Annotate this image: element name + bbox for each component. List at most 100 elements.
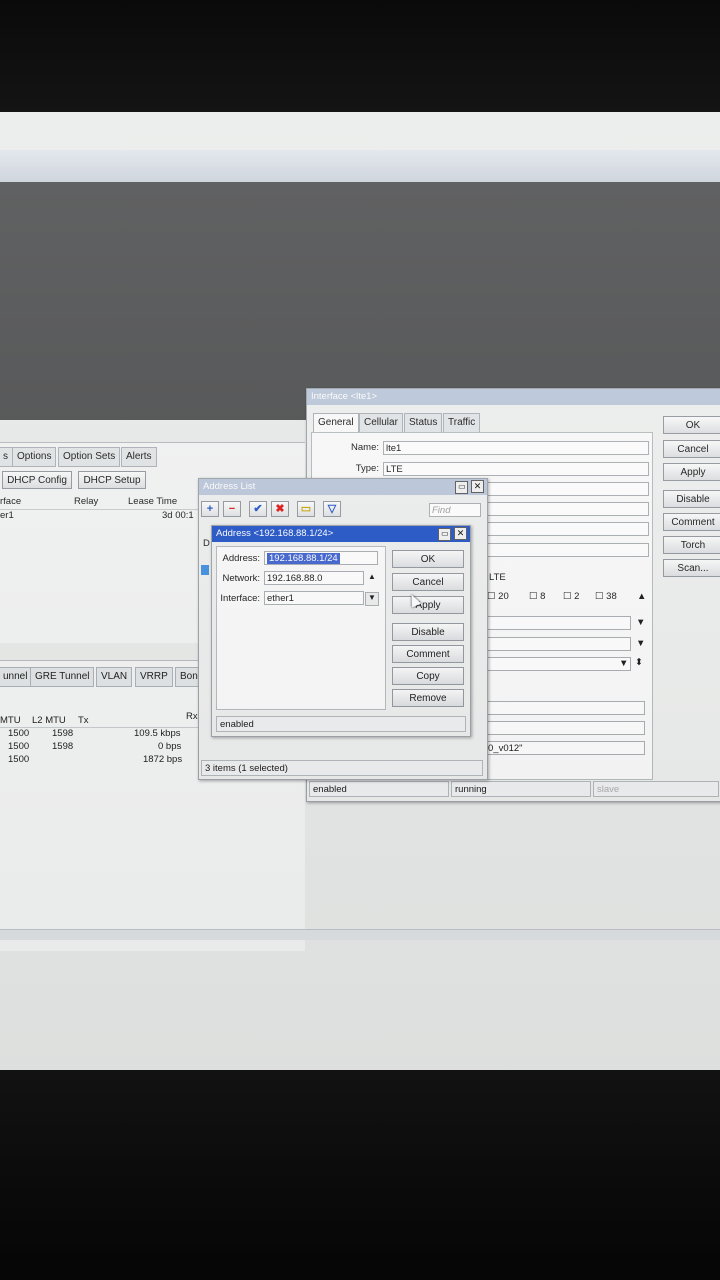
interface-tabs: General Cellular Status Traffic <box>313 413 513 433</box>
name-field[interactable]: lte1 <box>383 441 649 455</box>
apply-button[interactable]: Apply <box>663 463 720 481</box>
network-label: Network: <box>222 573 260 584</box>
row-mtu: 1500 <box>8 754 30 765</box>
tab-traffic[interactable]: Traffic <box>443 413 481 433</box>
interface-select[interactable]: ether1 <box>264 591 364 605</box>
network-field[interactable]: 192.168.88.0 <box>264 571 364 585</box>
table-row[interactable]: er1 3d 00:1 <box>0 510 200 523</box>
interface-label: Interface: <box>220 593 260 604</box>
disable-button[interactable]: Disable <box>663 490 720 508</box>
close-icon[interactable]: ✕ <box>454 527 467 540</box>
field-row-6[interactable] <box>485 543 649 557</box>
comment-button[interactable]: Comment <box>663 513 720 531</box>
tab-gre-tunnel[interactable]: GRE Tunnel <box>30 667 95 687</box>
field-row-3[interactable] <box>485 482 649 496</box>
monitor-bezel-bottom <box>0 1070 720 1280</box>
dropdown-row-2[interactable] <box>485 637 631 651</box>
address-dialog-title: Address <192.168.88.1/24> <box>216 528 334 539</box>
restore-icon[interactable]: ▭ <box>455 481 469 494</box>
row-mtu: 1500 <box>8 728 30 739</box>
firmware-field: 0_v012" <box>485 741 645 755</box>
copy-button[interactable]: Copy <box>392 667 464 685</box>
type-label: Type: <box>355 463 379 474</box>
comment-button[interactable]: Comment <box>392 645 464 663</box>
row-l2mtu: 1598 <box>52 741 74 752</box>
table-row[interactable]: 1500 1598 0 bps <box>0 741 200 754</box>
address-field[interactable]: 192.168.88.1/24 <box>264 551 378 565</box>
chevron-down-icon[interactable]: ▼ <box>365 592 379 606</box>
tab-cellular[interactable]: Cellular <box>359 413 403 433</box>
table-row[interactable]: 1500 1598 109.5 kbps <box>0 728 200 741</box>
window-controls: ▭ ✕ <box>455 479 484 495</box>
remove-icon[interactable]: − <box>223 501 241 517</box>
field-row-7[interactable] <box>485 701 645 715</box>
find-input[interactable]: Find <box>429 503 481 517</box>
cancel-button[interactable]: Cancel <box>663 440 720 458</box>
window-controls: ▭ ✕ <box>438 526 467 542</box>
disable-button[interactable]: Disable <box>392 623 464 641</box>
col-lease-time: Lease Time <box>128 496 178 507</box>
row-l2mtu: 1598 <box>52 728 74 739</box>
name-label: Name: <box>351 442 379 453</box>
enable-check-icon[interactable]: ✔ <box>249 501 267 517</box>
cancel-button[interactable]: Cancel <box>392 573 464 591</box>
tab-general[interactable]: General <box>313 413 359 433</box>
add-icon[interactable]: + <box>201 501 219 517</box>
band-checkbox-8[interactable]: ☐ 8 <box>529 591 545 602</box>
spinner-icon[interactable]: ⬍ <box>635 657 643 668</box>
app-titlebar <box>0 150 720 183</box>
col-tx: Tx <box>78 715 89 726</box>
field-row-4[interactable] <box>485 502 649 516</box>
tab-option-sets[interactable]: Option Sets <box>58 447 121 467</box>
row-lease: 3d 00:1 <box>162 510 194 521</box>
dropdown-arrow-icon[interactable]: ▼ <box>636 638 645 649</box>
disable-x-icon[interactable]: ✖ <box>271 501 289 517</box>
tab-tunnel-partial[interactable]: unnel <box>0 667 33 687</box>
dhcp-table-header: rface Relay Lease Time <box>0 495 200 510</box>
status-running: running <box>451 781 591 797</box>
horizontal-scrollbar[interactable] <box>0 929 720 940</box>
row-tx: 1872 bps <box>143 754 183 765</box>
tab-vrrp[interactable]: VRRP <box>135 667 173 687</box>
ok-button[interactable]: OK <box>663 416 720 434</box>
dropdown-row-3[interactable] <box>485 657 631 671</box>
interface-window-title: Interface <lte1> <box>307 389 720 405</box>
ok-button[interactable]: OK <box>392 550 464 568</box>
band-checkbox-20[interactable]: ☐ 20 <box>487 591 509 602</box>
dropdown-row-1[interactable] <box>485 616 631 630</box>
restore-icon[interactable]: ▭ <box>438 528 452 541</box>
tab-alerts[interactable]: Alerts <box>121 447 157 467</box>
apply-button[interactable]: Apply <box>392 596 464 614</box>
row-tx: 109.5 kbps <box>134 728 181 739</box>
band-checkbox-38[interactable]: ☐ 38 <box>595 591 617 602</box>
scroll-up-icon[interactable]: ▲ <box>637 591 646 602</box>
address-dialog-status: enabled <box>216 716 466 732</box>
tab-vlan[interactable]: VLAN <box>96 667 133 687</box>
address-label: Address: <box>222 553 261 564</box>
comment-note-icon[interactable]: ▭ <box>297 501 315 517</box>
interfaces-table-header: MTU L2 MTU Tx Rx <box>0 711 200 728</box>
torch-button[interactable]: Torch <box>663 536 720 554</box>
band-checkbox-2[interactable]: ☐ 2 <box>563 591 579 602</box>
dhcp-config-button[interactable]: DHCP Config <box>2 471 72 489</box>
col-rx: Rx <box>186 711 198 722</box>
field-row-5[interactable] <box>485 522 649 536</box>
dropdown-arrow-icon[interactable]: ▼ <box>619 658 628 669</box>
remove-button[interactable]: Remove <box>392 689 464 707</box>
workspace-background <box>0 182 720 420</box>
table-row[interactable]: 1500 1872 bps <box>0 754 200 767</box>
network-toggle-icon[interactable]: ▲ <box>368 572 376 581</box>
dropdown-arrow-icon[interactable]: ▼ <box>636 617 645 628</box>
address-list-status: 3 items (1 selected) <box>201 760 483 776</box>
tab-options[interactable]: Options <box>12 447 57 467</box>
filter-icon[interactable]: ▽ <box>323 501 341 517</box>
dhcp-setup-button[interactable]: DHCP Setup <box>78 471 146 489</box>
tab-status[interactable]: Status <box>404 413 443 433</box>
band-checkboxes: ☐ 20 ☐ 8 ☐ 2 ☐ 38 ▲ <box>485 591 651 605</box>
scan-button[interactable]: Scan... <box>663 559 720 577</box>
row-mtu: 1500 <box>8 741 30 752</box>
status-slave: slave <box>593 781 719 797</box>
address-dialog-title-bar: Address <192.168.88.1/24> ▭ ✕ <box>212 526 470 542</box>
field-row-8[interactable] <box>485 721 645 735</box>
close-icon[interactable]: ✕ <box>471 480 484 493</box>
